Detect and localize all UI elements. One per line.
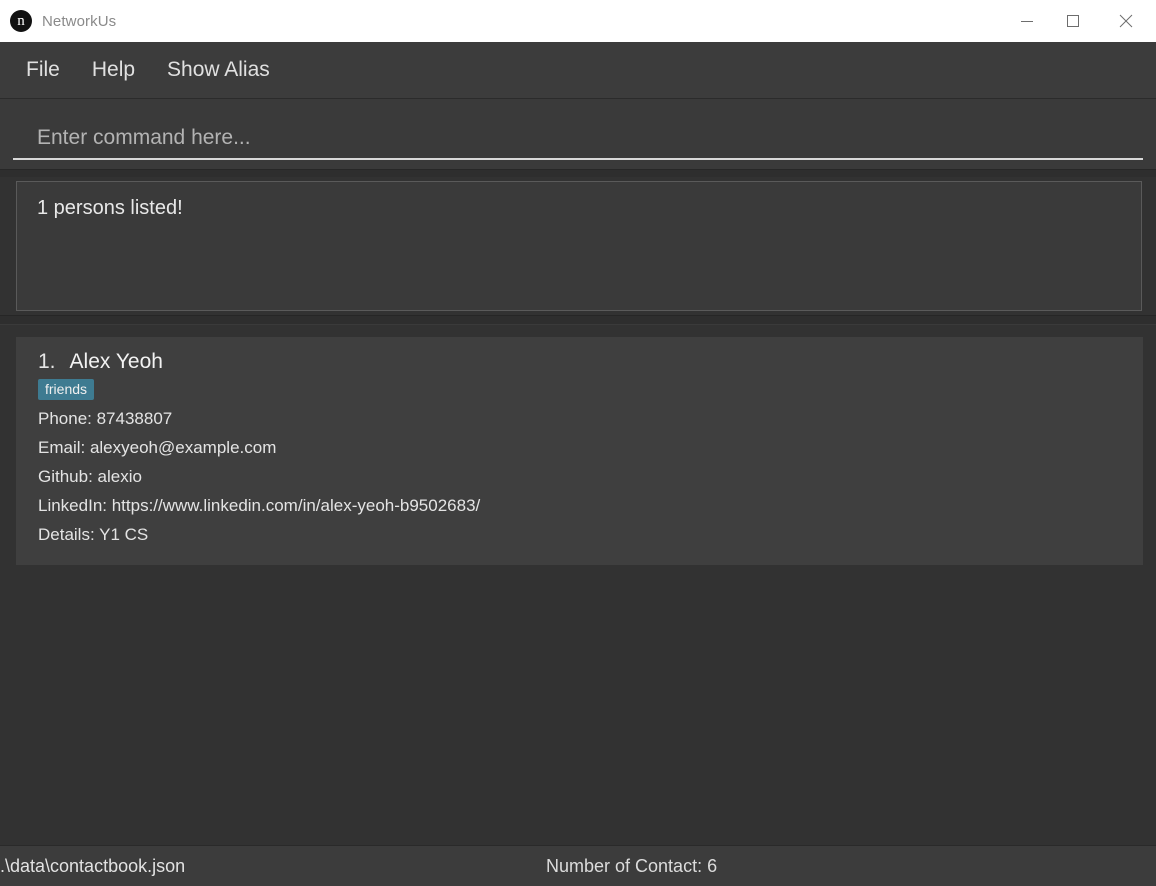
person-linkedin: LinkedIn: https://www.linkedin.com/in/al… xyxy=(38,496,481,515)
person-github: Github: alexio xyxy=(38,467,142,486)
command-box-region xyxy=(0,99,1156,169)
person-phone: Phone: 87438807 xyxy=(38,409,173,428)
person-details: Details: Y1 CS xyxy=(38,525,149,544)
status-file-path: .\data\contactbook.json xyxy=(0,855,186,876)
person-name: Alex Yeoh xyxy=(69,350,163,373)
title-bar-left: n NetworkUs xyxy=(0,10,116,32)
result-display-region: 1 persons listed! xyxy=(0,177,1156,315)
result-display-panel: 1 persons listed! xyxy=(16,181,1142,311)
menu-item-file[interactable]: File xyxy=(24,56,62,84)
list-item[interactable]: 1. Alex Yeoh friends Phone: 87438807 Ema… xyxy=(16,337,1143,565)
window-title: NetworkUs xyxy=(42,12,117,30)
menu-item-show-alias[interactable]: Show Alias xyxy=(165,56,272,84)
menu-bar: File Help Show Alias xyxy=(0,42,1156,99)
person-header: 1. Alex Yeoh xyxy=(38,350,1125,374)
result-message: 1 persons listed! xyxy=(37,197,183,219)
menu-item-help[interactable]: Help xyxy=(90,56,137,84)
status-badge: friends xyxy=(38,379,95,400)
person-index: 1. xyxy=(38,350,56,373)
tag-row: friends xyxy=(38,379,1125,400)
divider-result-list xyxy=(0,315,1156,325)
status-bar: .\data\contactbook.json Number of Contac… xyxy=(0,845,1156,886)
window-controls xyxy=(1004,0,1156,42)
person-list-panel[interactable]: 1. Alex Yeoh friends Phone: 87438807 Ema… xyxy=(0,325,1156,845)
status-contact-count: Number of Contact: 6 xyxy=(546,855,718,876)
command-input[interactable] xyxy=(37,126,1143,150)
close-icon[interactable] xyxy=(1096,0,1156,42)
app-logo-icon: n xyxy=(10,10,32,32)
command-box[interactable] xyxy=(13,108,1143,160)
person-email: Email: alexyeoh@example.com xyxy=(38,438,277,457)
application-window: n NetworkUs File Help Show Alias 1 p xyxy=(0,0,1156,886)
divider-command-result xyxy=(0,169,1156,177)
maximize-icon[interactable] xyxy=(1050,0,1096,42)
minimize-icon[interactable] xyxy=(1004,0,1050,42)
title-bar: n NetworkUs xyxy=(0,0,1156,42)
